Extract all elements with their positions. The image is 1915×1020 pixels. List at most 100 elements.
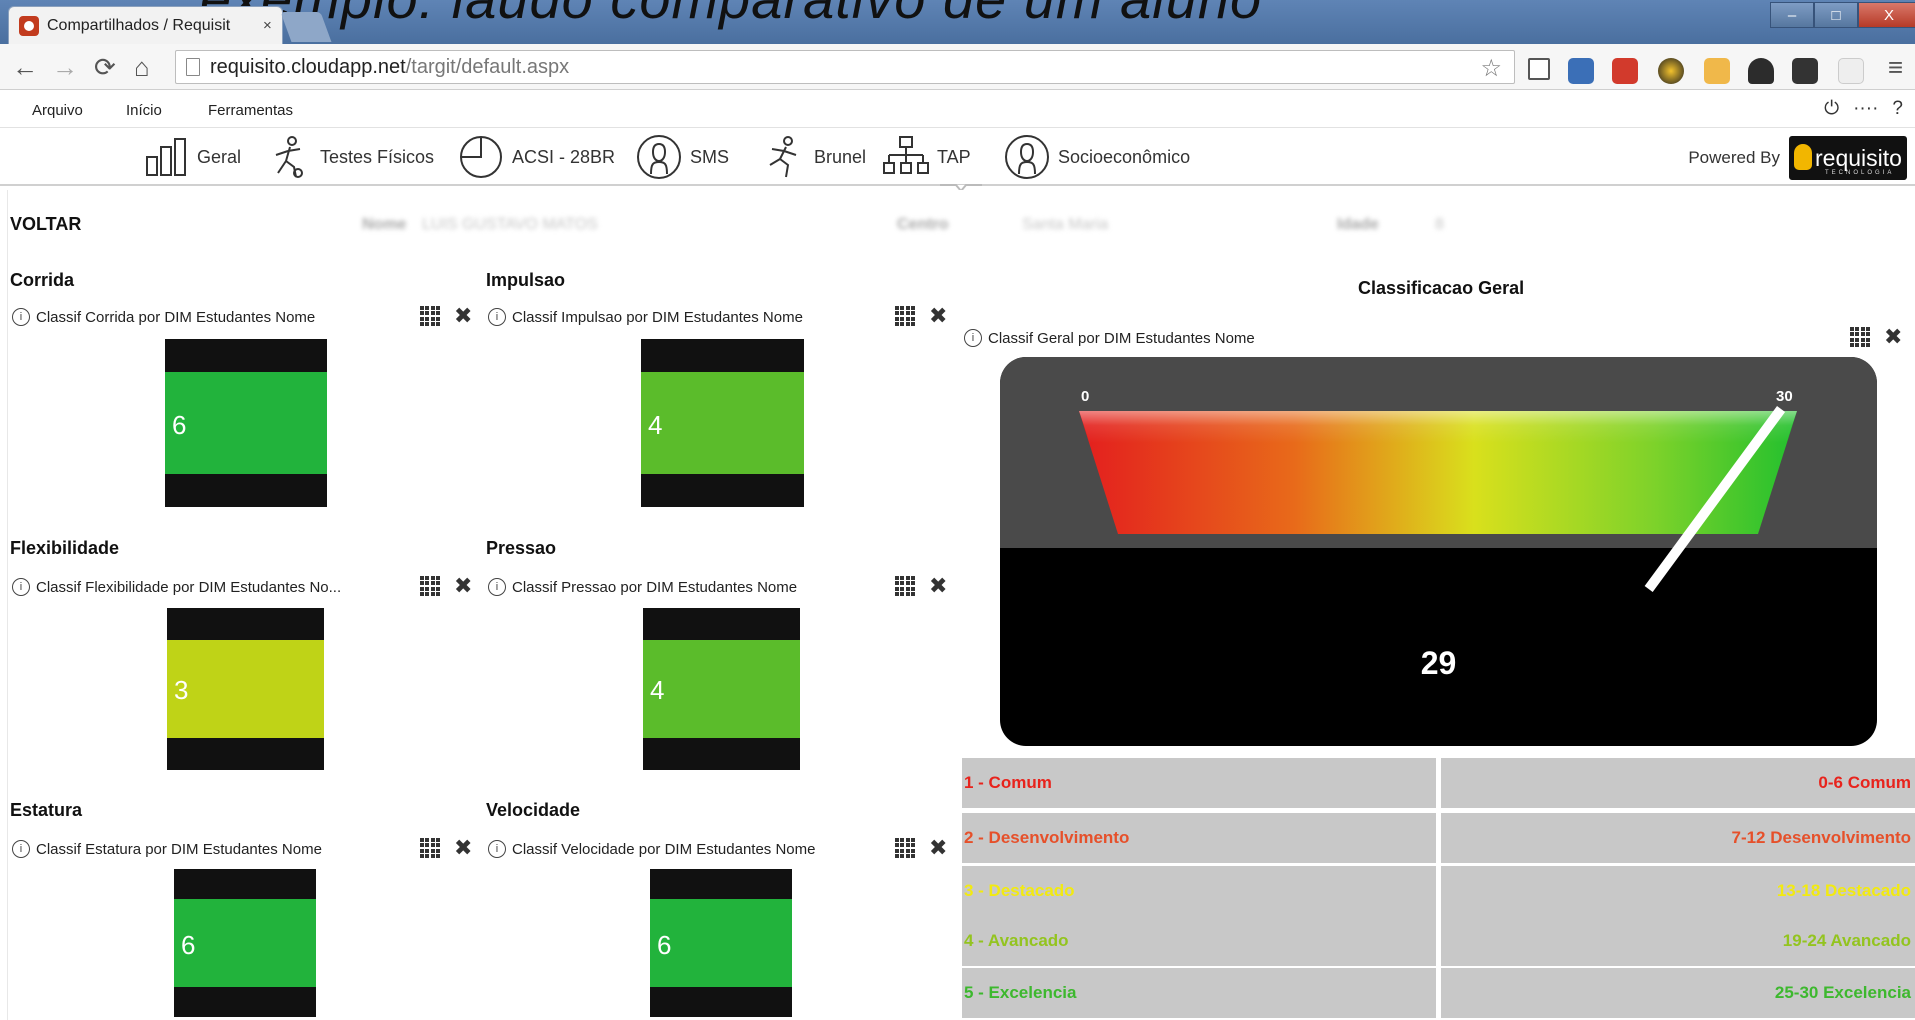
widget-title-corrida: Corrida bbox=[10, 270, 75, 290]
info-icon[interactable]: i bbox=[12, 578, 30, 596]
menu-inicio[interactable]: Início bbox=[126, 102, 162, 119]
info-icon[interactable]: i bbox=[964, 329, 982, 347]
nav-sms-label: SMS bbox=[690, 146, 730, 167]
more-icon[interactable]: ···· bbox=[1853, 98, 1878, 120]
info-icon[interactable]: i bbox=[12, 308, 30, 326]
back-arrow-icon[interactable]: ← bbox=[12, 52, 38, 83]
nav-geral[interactable]: Geral bbox=[145, 135, 241, 179]
chrome-extension-icon[interactable] bbox=[1658, 58, 1684, 84]
person-circle-icon bbox=[1005, 135, 1049, 179]
menu-arquivo[interactable]: Arquivo bbox=[32, 102, 83, 119]
dashboard: VOLTAR Nome LUIS GUSTAVO MATOS Centro Sa… bbox=[0, 190, 1915, 1020]
score-value: 4 bbox=[648, 410, 663, 440]
info-icon[interactable]: i bbox=[12, 840, 30, 858]
gauge-value: 29 bbox=[1420, 645, 1457, 681]
left-edge-bar bbox=[0, 190, 8, 1020]
layers-extension-icon[interactable] bbox=[1792, 58, 1818, 84]
bar-chart-icon bbox=[146, 138, 186, 176]
grid-icon[interactable] bbox=[895, 838, 915, 858]
menu-ferramentas[interactable]: Ferramentas bbox=[208, 102, 293, 119]
widget-tools: ✖ bbox=[1850, 326, 1902, 348]
evernote-extension-icon[interactable] bbox=[1748, 58, 1774, 84]
legend-row: 1 - Comum 0-6 Comum bbox=[962, 758, 1915, 808]
grid-icon[interactable] bbox=[895, 306, 915, 326]
bookmark-star-icon[interactable]: ☆ bbox=[1480, 54, 1502, 83]
legend-level: 2 - Desenvolvimento bbox=[962, 813, 1436, 863]
nav-acsi[interactable]: ACSI - 28BR bbox=[458, 135, 615, 179]
tab-close-icon[interactable]: × bbox=[263, 17, 272, 34]
close-icon[interactable]: ✖ bbox=[454, 305, 472, 327]
gauge-max-label: 30 bbox=[1776, 388, 1793, 405]
score-tile-impulsao: 4 bbox=[641, 339, 804, 507]
nav-tap[interactable]: TAP bbox=[883, 135, 971, 179]
legend-range: 25-30 Excelencia bbox=[1441, 968, 1915, 1018]
legend-level: 5 - Excelencia bbox=[962, 968, 1436, 1018]
score-band bbox=[641, 372, 804, 474]
gauge-svg bbox=[1079, 406, 1797, 592]
widget-tools: ✖ bbox=[895, 575, 947, 597]
score-value: 6 bbox=[657, 930, 672, 960]
home-icon[interactable]: ⌂ bbox=[134, 52, 150, 83]
close-icon[interactable]: ✖ bbox=[454, 575, 472, 597]
app-nav: Geral Testes Físicos ACSI - 28BR SMS Bru… bbox=[0, 128, 1915, 186]
widget-subtitle: i Classif Pressao por DIM Estudantes Nom… bbox=[488, 578, 797, 596]
widget-title-velocidade: Velocidade bbox=[486, 800, 581, 820]
minimize-button[interactable]: – bbox=[1770, 2, 1814, 28]
power-icon[interactable]: ⏻ bbox=[1824, 98, 1839, 120]
paint-extension-icon[interactable] bbox=[1704, 58, 1730, 84]
grid-icon[interactable] bbox=[895, 576, 915, 596]
widget-tools: ✖ bbox=[420, 575, 472, 597]
widget-tools: ✖ bbox=[895, 305, 947, 327]
close-icon[interactable]: ✖ bbox=[929, 305, 947, 327]
calendar-extension-icon[interactable] bbox=[1568, 58, 1594, 84]
pulse-extension-icon[interactable] bbox=[1528, 58, 1550, 80]
score-value: 6 bbox=[172, 410, 187, 440]
org-chart-icon bbox=[883, 136, 929, 174]
window-close-button[interactable]: X bbox=[1858, 2, 1915, 28]
maximize-button[interactable]: □ bbox=[1814, 2, 1858, 28]
gauge-highlight bbox=[1079, 411, 1797, 443]
requisito-logo: requisito TECNOLOGIA bbox=[1789, 136, 1907, 180]
nav-socioeconomico[interactable]: Socioeconômico bbox=[1004, 135, 1190, 179]
close-icon[interactable]: ✖ bbox=[929, 575, 947, 597]
legend-range: 7-12 Desenvolvimento bbox=[1441, 813, 1915, 863]
keyboard-extension-icon[interactable] bbox=[1838, 58, 1864, 84]
info-icon[interactable]: i bbox=[488, 578, 506, 596]
widget-subtitle: i Classif Estatura por DIM Estudantes No… bbox=[12, 840, 322, 858]
forward-arrow-icon[interactable]: → bbox=[52, 52, 78, 83]
nav-brunel[interactable]: Brunel bbox=[758, 135, 866, 179]
nav-brunel-label: Brunel bbox=[814, 146, 867, 167]
help-icon[interactable]: ? bbox=[1892, 98, 1903, 120]
info-icon[interactable]: i bbox=[488, 308, 506, 326]
nav-tap-label: TAP bbox=[937, 146, 971, 167]
nav-sms[interactable]: SMS bbox=[636, 135, 729, 179]
close-icon[interactable]: ✖ bbox=[929, 837, 947, 859]
grid-icon[interactable] bbox=[1850, 327, 1870, 347]
grid-icon[interactable] bbox=[420, 838, 440, 858]
browser-tab[interactable]: Compartilhados / Requisit × bbox=[8, 6, 283, 44]
legend-range: 19-24 Avancado bbox=[1441, 916, 1915, 966]
window-controls: – □ X bbox=[1770, 2, 1915, 28]
address-bar[interactable]: requisito.cloudapp.net/targit/default.as… bbox=[175, 50, 1515, 84]
score-tile-corrida: 6 bbox=[165, 339, 327, 507]
close-icon[interactable]: ✖ bbox=[1884, 326, 1902, 348]
browser-menu-icon[interactable]: ≡ bbox=[1888, 52, 1903, 83]
tab-title: Compartilhados / Requisit bbox=[47, 16, 231, 34]
close-icon[interactable]: ✖ bbox=[454, 837, 472, 859]
reload-icon[interactable]: ⟳ bbox=[94, 52, 116, 83]
legend-level: 1 - Comum bbox=[962, 758, 1436, 808]
score-tile-estatura: 6 bbox=[174, 869, 316, 1017]
nav-testes-fisicos[interactable]: Testes Físicos bbox=[268, 135, 434, 179]
nav-geral-label: Geral bbox=[197, 146, 242, 167]
score-band bbox=[165, 372, 327, 474]
info-icon[interactable]: i bbox=[488, 840, 506, 858]
centro-value: Santa Maria bbox=[1022, 216, 1109, 233]
gmail-extension-icon[interactable] bbox=[1612, 58, 1638, 84]
gauge-title: Classificacao Geral bbox=[1358, 278, 1525, 298]
grid-icon[interactable] bbox=[420, 306, 440, 326]
centro-label: Centro bbox=[897, 216, 949, 233]
grid-icon[interactable] bbox=[420, 576, 440, 596]
back-link[interactable]: VOLTAR bbox=[10, 214, 81, 235]
widget-subtitle: i Classif Impulsao por DIM Estudantes No… bbox=[488, 308, 803, 326]
nav-socio-label: Socioeconômico bbox=[1058, 146, 1191, 167]
